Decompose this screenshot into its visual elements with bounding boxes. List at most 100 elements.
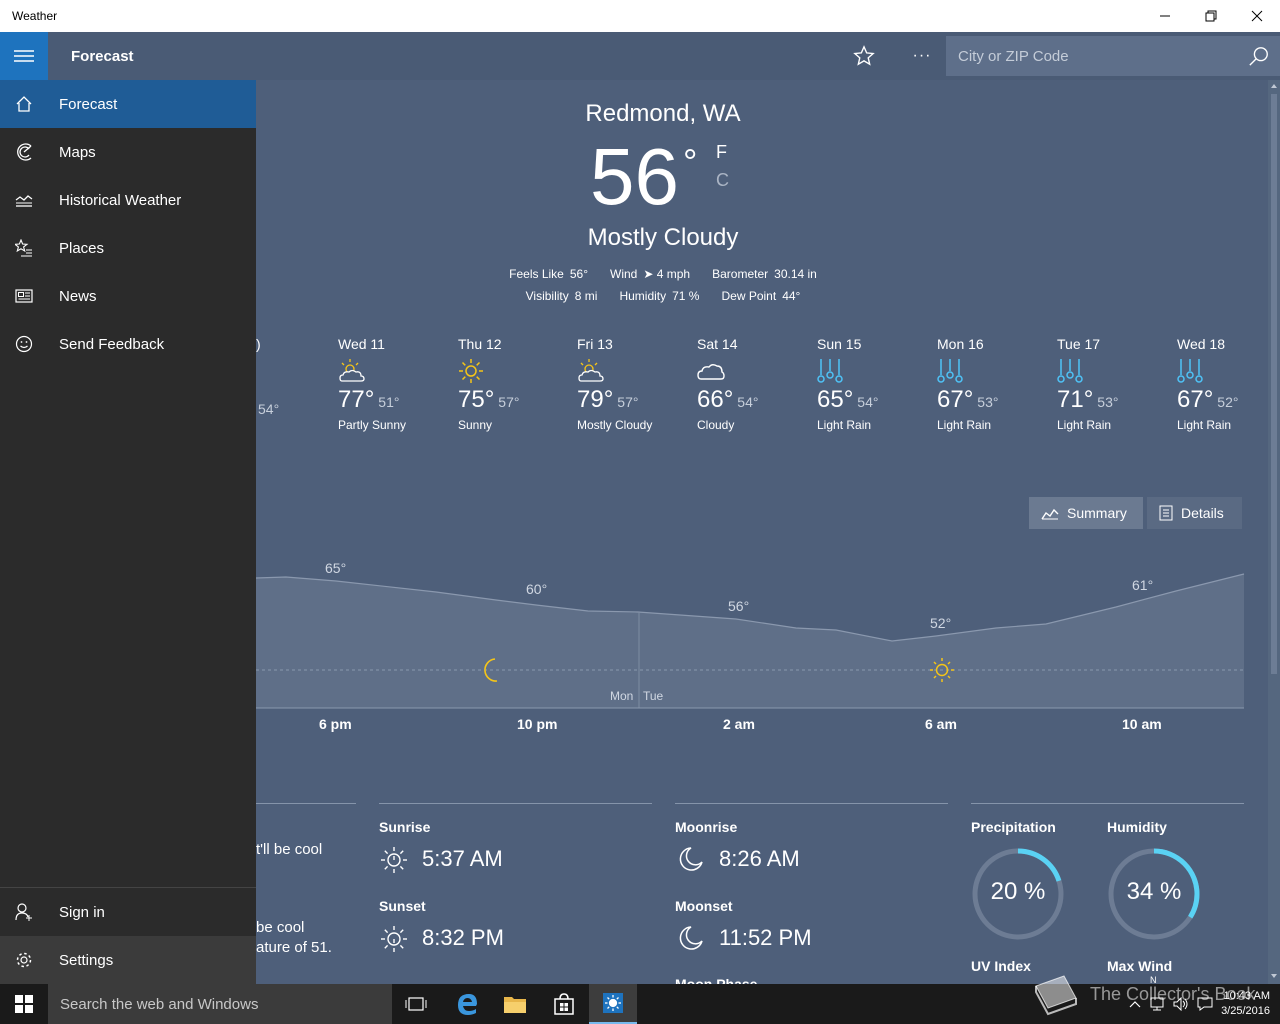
store-button[interactable]: [540, 984, 588, 1024]
sunset-icon: [381, 926, 407, 952]
more-icon: ···: [912, 47, 932, 64]
home-icon: [16, 96, 32, 112]
day-forecast-wed-11[interactable]: Wed 11 77° 51° Partly Sunny: [338, 336, 450, 432]
sunny-icon: [459, 359, 483, 383]
search-input[interactable]: [946, 36, 1236, 76]
light-rain-icon: [1177, 359, 1203, 383]
taskbar-search-input[interactable]: [48, 984, 392, 1024]
hour-label: 2 am: [723, 716, 755, 732]
sign-in-button[interactable]: Sign in: [0, 888, 256, 936]
moonrise-label: Moonrise: [675, 819, 738, 835]
chart-temp-label: 52°: [930, 615, 952, 631]
favorite-button[interactable]: [846, 40, 882, 72]
day-forecast-wed-18[interactable]: Wed 18 67° 52° Light Rain: [1177, 336, 1268, 432]
humidity: Humidity 71 %: [619, 289, 700, 303]
current-temperature: 56 °: [590, 132, 698, 221]
sidebar-item-places[interactable]: Places: [0, 224, 256, 272]
wind: Wind ➤ 4 mph: [610, 267, 691, 281]
summary-button[interactable]: Summary: [1029, 497, 1143, 529]
feels-like: Feels Like 56°: [509, 267, 589, 281]
night-summary-text: be cool: [256, 919, 305, 936]
person-icon: [15, 903, 32, 921]
gear-icon: [16, 952, 32, 968]
day-forecast-sat-14[interactable]: Sat 14 66° 54° Cloudy: [697, 336, 809, 432]
humidity-label: Humidity: [1107, 819, 1167, 835]
weather-taskbar-button[interactable]: [589, 984, 637, 1024]
unit-fahrenheit[interactable]: F: [716, 142, 727, 163]
sunrise-icon: [381, 847, 407, 873]
task-view-icon: [405, 997, 427, 1011]
chart-day-label: Tue: [643, 689, 664, 703]
settings-button[interactable]: Settings: [0, 936, 256, 984]
news-icon: [15, 289, 33, 303]
minimize-button[interactable]: [1142, 0, 1188, 32]
page-title: Forecast: [71, 48, 134, 65]
sunrise-time: 5:37 AM: [422, 846, 503, 871]
search-box[interactable]: [946, 36, 1280, 76]
day-forecast-mon-16[interactable]: Mon 16 67° 53° Light Rain: [937, 336, 1049, 432]
moonrise-icon: [679, 847, 703, 871]
day-forecast-fri-13[interactable]: Fri 13 79° 57° Mostly Cloudy: [577, 336, 689, 432]
file-explorer-button[interactable]: [491, 984, 539, 1024]
moonset-time: 11:52 PM: [719, 925, 812, 950]
start-button[interactable]: [0, 984, 48, 1024]
divider: [256, 803, 356, 804]
watermark-text: The Collector's Book: [1090, 983, 1256, 1004]
scroll-down-icon[interactable]: [1270, 973, 1278, 979]
edge-button[interactable]: [443, 984, 491, 1024]
day-forecast-tue-17[interactable]: Tue 17 71° 53° Light Rain: [1057, 336, 1169, 432]
app-bar: Forecast ···: [0, 32, 1280, 80]
feedback-icon: [15, 335, 33, 353]
restore-icon: [1205, 10, 1217, 22]
more-button[interactable]: ···: [904, 40, 940, 72]
chart-temp-label: 61°: [1132, 577, 1154, 593]
unit-celsius[interactable]: C: [716, 170, 729, 191]
line-chart-icon: [1041, 508, 1059, 520]
moon-phase-label: Moon Phase: [675, 976, 758, 984]
hourly-temperature-chart: [256, 573, 1245, 709]
restore-button[interactable]: [1188, 0, 1234, 32]
watermark: The Collector's Book: [1030, 972, 1256, 1016]
list-icon: [1159, 505, 1173, 521]
close-button[interactable]: [1234, 0, 1280, 32]
vertical-scrollbar[interactable]: [1268, 80, 1280, 984]
chart-temp-label: 56°: [728, 598, 750, 614]
sidebar-item-maps[interactable]: Maps: [0, 128, 256, 176]
chart-temp-label: 60°: [526, 581, 548, 597]
sunset-label: Sunset: [379, 898, 426, 914]
sunset-time: 8:32 PM: [422, 925, 504, 950]
light-rain-icon: [1057, 359, 1083, 383]
scrollbar-thumb[interactable]: [1271, 94, 1277, 674]
chart-temp-label: 65°: [325, 560, 347, 576]
star-icon: [853, 45, 875, 66]
visibility: Visibility 8 mi: [525, 289, 598, 303]
windows-logo-icon: [15, 995, 33, 1013]
taskbar-search[interactable]: [48, 984, 392, 1024]
divider: [379, 803, 652, 804]
hamburger-button[interactable]: [0, 32, 48, 80]
day-summary-text: t'll be cool: [256, 841, 323, 858]
scroll-up-icon[interactable]: [1270, 83, 1278, 89]
hamburger-icon: [14, 50, 34, 62]
details-button[interactable]: Details: [1147, 497, 1242, 529]
sidebar-item-send-feedback[interactable]: Send Feedback: [0, 320, 256, 368]
search-icon[interactable]: [1248, 45, 1270, 67]
location-name: Redmond, WA: [585, 100, 741, 127]
divider: [971, 803, 1244, 804]
precipitation-label: Precipitation: [971, 819, 1056, 835]
day-forecast-thu-12[interactable]: Thu 12 75° 57° Sunny: [458, 336, 570, 432]
task-view-button[interactable]: [392, 984, 440, 1024]
moonset-icon: [679, 926, 703, 950]
sidebar-item-news[interactable]: News: [0, 272, 256, 320]
light-rain-icon: [937, 359, 963, 383]
close-icon: [1251, 10, 1263, 22]
hour-label: 6 pm: [319, 716, 352, 732]
day-forecast-sun-15[interactable]: Sun 15 65° 54° Light Rain: [817, 336, 929, 432]
weather-app-icon: [603, 993, 623, 1013]
sidebar-item-forecast[interactable]: Forecast: [0, 80, 256, 128]
edge-icon: [458, 994, 477, 1015]
light-rain-icon: [817, 359, 843, 383]
sidebar-item-historical-weather[interactable]: Historical Weather: [0, 176, 256, 224]
barometer: Barometer 30.14 in: [712, 267, 817, 281]
partly-sunny-icon: [578, 359, 604, 382]
